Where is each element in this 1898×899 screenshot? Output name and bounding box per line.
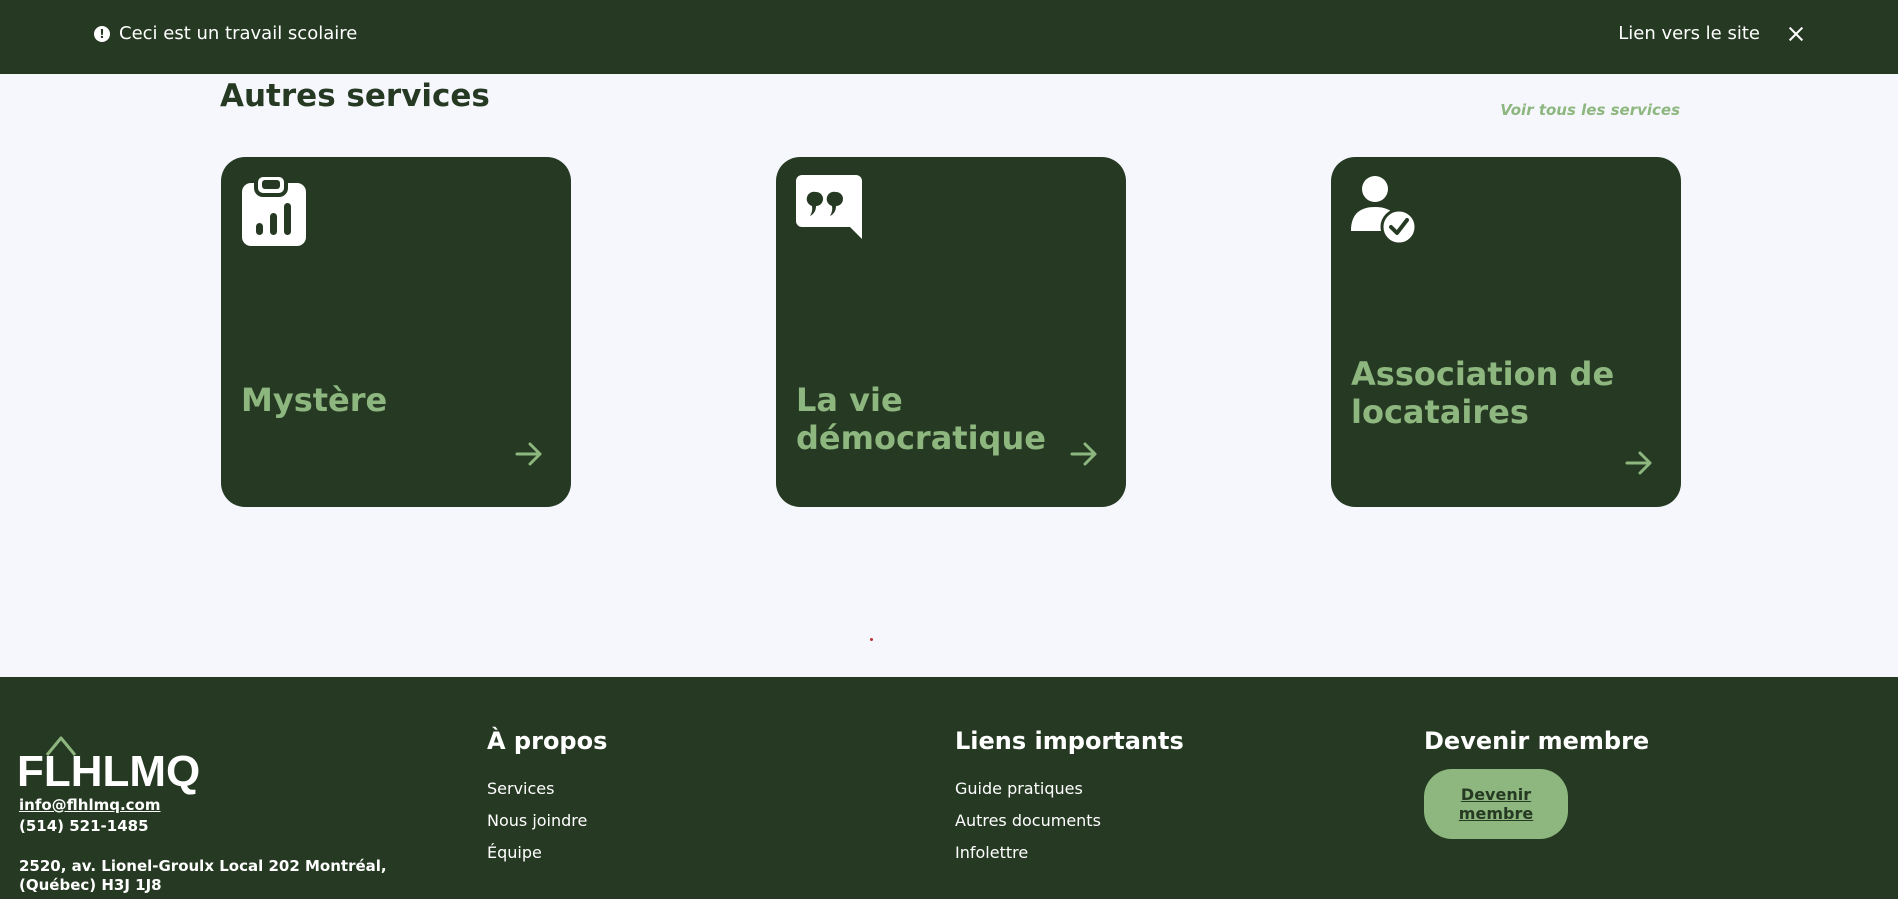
footer-email-link[interactable]: info@flhlmq.com: [19, 796, 160, 814]
site-link[interactable]: Lien vers le site: [1618, 23, 1760, 44]
footer-link[interactable]: Autres documents: [955, 811, 1101, 830]
flhlmq-logo[interactable]: FLHLMQ: [17, 735, 207, 796]
footer-important-title: Liens importants: [955, 727, 1184, 755]
card-title: Association de locataires: [1351, 355, 1615, 431]
user-check-icon: [1351, 176, 1417, 246]
arrow-right-icon: [1070, 442, 1097, 466]
footer-link-equipe[interactable]: Équipe: [487, 843, 607, 862]
site-footer: FLHLMQ info@flhlmq.com (514) 521-1485 25…: [0, 677, 1898, 899]
footer-link-nous-joindre[interactable]: Nous joindre: [487, 811, 607, 830]
footer-important-column: Liens importants Guide pratiques Autres …: [955, 727, 1184, 875]
arrow-right-icon: [1625, 451, 1652, 475]
close-icon[interactable]: [1788, 26, 1804, 42]
footer-link[interactable]: Nous joindre: [487, 811, 587, 830]
footer-about-title: À propos: [487, 727, 608, 755]
footer-link[interactable]: Infolettre: [955, 843, 1028, 862]
card-title: Mystère: [241, 381, 388, 419]
banner-actions: Lien vers le site: [1618, 23, 1804, 44]
logo-text: FLHLMQ: [17, 747, 201, 796]
footer-member-title: Devenir membre: [1424, 727, 1650, 755]
footer-link[interactable]: Équipe: [487, 843, 542, 862]
footer-link[interactable]: Guide pratiques: [955, 779, 1083, 798]
become-member-button[interactable]: Devenir membre: [1424, 769, 1568, 839]
footer-link-services[interactable]: Services: [487, 779, 607, 798]
footer-about-column: À propos Services Nous joindre Équipe: [487, 727, 607, 875]
quote-bubble-icon: [796, 175, 862, 239]
alert-icon: !: [94, 25, 110, 42]
footer-address: 2520, av. Lionel-Groulx Local 202 Montré…: [19, 857, 387, 894]
footer-link[interactable]: Services: [487, 779, 554, 798]
service-card-vie-democratique[interactable]: La vie démocratique: [776, 157, 1126, 507]
clipboard-chart-icon: [242, 175, 306, 246]
service-card-mystere[interactable]: Mystère: [221, 157, 571, 507]
footer-link-guide[interactable]: Guide pratiques: [955, 779, 1184, 798]
banner-notice-text: Ceci est un travail scolaire: [119, 23, 358, 44]
footer-member-column: Devenir membre Devenir membre: [1424, 727, 1649, 839]
footer-link-infolettre[interactable]: Infolettre: [955, 843, 1184, 862]
service-card-association[interactable]: Association de locataires: [1331, 157, 1681, 507]
arrow-right-icon: [515, 442, 542, 466]
notice-banner: ! Ceci est un travail scolaire Lien vers…: [0, 0, 1898, 74]
banner-notice: ! Ceci est un travail scolaire: [94, 23, 357, 44]
carousel-dot: [870, 638, 873, 641]
section-title: Autres services: [220, 78, 490, 114]
footer-link-documents[interactable]: Autres documents: [955, 811, 1184, 830]
footer-phone: (514) 521-1485: [19, 817, 149, 835]
see-all-services-link[interactable]: Voir tous les services: [1500, 101, 1680, 119]
